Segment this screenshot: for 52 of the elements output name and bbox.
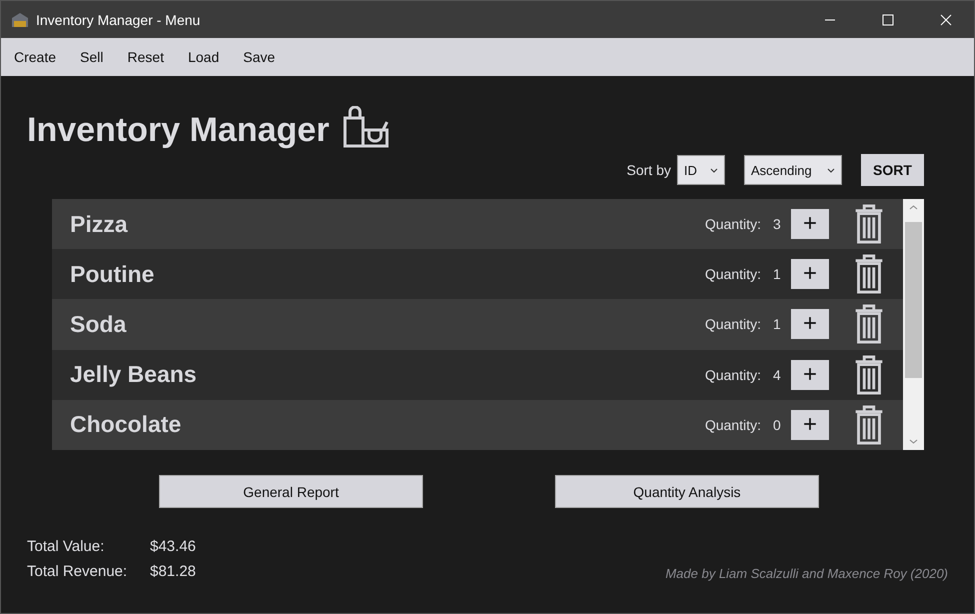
menu-item[interactable]: Reset [127, 49, 164, 65]
add-button[interactable]: + [791, 309, 829, 340]
quantity-value: 0 [773, 416, 782, 433]
window-title: Inventory Manager - Menu [36, 12, 200, 28]
sort-field-dropdown[interactable]: ID [677, 155, 725, 185]
shopping-bag-icon [343, 106, 390, 148]
scroll-down-icon[interactable] [909, 439, 918, 444]
quantity-value: 1 [773, 316, 782, 332]
quantity-label: Quantity: [704, 266, 761, 282]
item-name: Poutine [70, 260, 156, 288]
menu-item[interactable]: Create [14, 49, 56, 65]
caret-icon [827, 168, 835, 172]
scroll-up-icon[interactable] [909, 205, 918, 210]
sort-label: Sort by [626, 162, 671, 178]
app-heading: Inventory Manager [27, 110, 330, 151]
trash-icon[interactable] [853, 254, 885, 294]
menu-item[interactable]: Sell [80, 49, 104, 65]
item-name: Soda [70, 310, 128, 338]
quantity-value: 3 [773, 216, 782, 232]
menu-item[interactable]: Load [188, 49, 220, 65]
total-label: Total Revenue: [27, 562, 128, 582]
add-button[interactable]: + [791, 360, 829, 390]
trash-icon[interactable] [853, 404, 885, 445]
sort-order-dropdown[interactable]: Ascending [744, 155, 842, 185]
quantity-label: Quantity: [704, 416, 761, 433]
report-button[interactable]: Quantity Analysis [555, 475, 819, 508]
trash-icon[interactable] [853, 354, 885, 395]
add-button[interactable]: + [791, 259, 829, 290]
total-value: $81.28 [150, 562, 196, 582]
item-name: Pizza [70, 210, 129, 238]
menu-item[interactable]: Save [243, 49, 276, 65]
item-name: Jelly Beans [70, 361, 198, 388]
add-button[interactable]: + [791, 410, 829, 440]
item-name: Chocolate [70, 411, 182, 438]
total-value: $43.46 [150, 537, 196, 557]
quantity-label: Quantity: [704, 316, 761, 332]
maximize-icon[interactable] [882, 14, 894, 26]
caret-icon [710, 168, 718, 172]
quantity-value: 4 [773, 366, 782, 383]
credit-text: Made by Liam Scalzulli and Maxence Roy (2020) [665, 566, 948, 583]
quantity-label: Quantity: [704, 216, 761, 232]
total-label: Total Value: [27, 537, 106, 557]
quantity-value: 1 [773, 266, 782, 282]
add-button[interactable]: + [791, 209, 829, 240]
warehouse-icon [11, 12, 29, 28]
trash-icon[interactable] [853, 204, 885, 244]
close-icon[interactable] [940, 14, 952, 26]
quantity-label: Quantity: [704, 366, 761, 383]
trash-icon[interactable] [853, 304, 885, 344]
report-button[interactable]: General Report [159, 475, 423, 508]
scrollbar[interactable] [903, 199, 924, 450]
sort-button[interactable]: SORT [861, 154, 924, 186]
